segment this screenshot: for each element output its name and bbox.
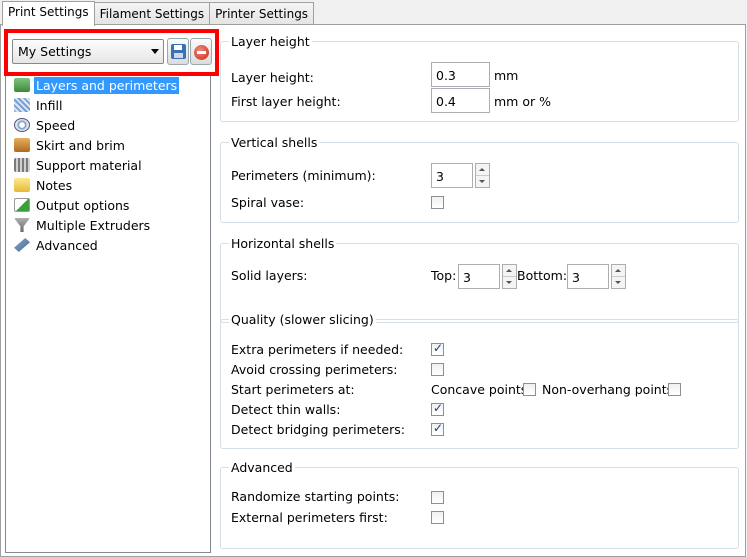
tab-printer-settings[interactable]: Printer Settings [209,2,315,25]
save-preset-button[interactable] [167,38,189,65]
randomize-starting-points-label: Randomize starting points: [231,488,400,504]
group-title: Advanced [229,460,295,475]
group-title: Quality (slower slicing) [229,312,376,327]
start-perimeters-label: Start perimeters at: [231,381,355,397]
first-layer-height-unit: mm or % [494,94,551,109]
infill-icon [14,98,30,112]
tree-item-speed[interactable]: Speed [6,115,210,135]
advanced-group: Advanced Randomize starting points: Exte… [220,460,739,549]
detect-bridging-checkbox[interactable] [431,421,444,436]
detect-thin-walls-checkbox[interactable] [431,401,444,416]
extra-perimeters-checkbox[interactable] [431,341,444,356]
speed-icon [14,118,30,132]
layer-height-unit: mm [494,68,519,83]
detect-bridging-label: Detect bridging perimeters: [231,421,405,437]
tree-item-label: Notes [36,177,73,193]
perimeters-input[interactable]: 3 [431,163,473,188]
left-panel: My Settings Layers and perimeters Infill [4,29,219,553]
bottom-layers-stepper[interactable] [611,264,626,289]
first-layer-height-label: First layer height: [231,93,341,109]
floppy-disk-icon [171,44,186,59]
horizontal-shells-group: Horizontal shells Solid layers: Top: 3 B… [220,236,739,323]
tree-item-advanced[interactable]: Advanced [6,235,210,255]
quality-group: Quality (slower slicing) Extra perimeter… [220,312,739,449]
layer-height-label: Layer height: [231,69,314,85]
external-perimeters-first-checkbox[interactable] [431,511,444,524]
non-overhang-points-label: Non-overhang points: [542,382,678,397]
tree-item-label: Infill [36,97,63,113]
tree-item-multiple-extruders[interactable]: Multiple Extruders [6,215,210,235]
output-icon [14,198,30,212]
tree-item-label: Skirt and brim [36,137,125,153]
tree-item-label: Advanced [36,237,98,253]
non-overhang-points-checkbox[interactable] [668,383,681,396]
tree-item-label: Support material [36,157,142,173]
concave-points-label: Concave points: [431,382,532,397]
group-title: Vertical shells [229,135,320,150]
detect-thin-walls-label: Detect thin walls: [231,401,341,417]
tree-item-label: Layers and perimeters [34,76,180,94]
spiral-vase-checkbox[interactable] [431,196,444,209]
avoid-crossing-label: Avoid crossing perimeters: [231,361,398,377]
group-title: Horizontal shells [229,236,337,251]
layer-height-group: Layer height Layer height: 0.3 mm First … [220,34,739,122]
tree-item-notes[interactable]: Notes [6,175,210,195]
external-perimeters-first-label: External perimeters first: [231,509,388,525]
tree-item-label: Speed [36,117,76,133]
wrench-icon [14,238,30,252]
print-settings-page: My Settings Layers and perimeters Infill [0,24,746,557]
chevron-down-icon [151,49,159,54]
layers-icon [14,78,30,92]
avoid-crossing-checkbox[interactable] [431,363,444,376]
tree-item-skirt-and-brim[interactable]: Skirt and brim [6,135,210,155]
perimeters-label: Perimeters (minimum): [231,167,376,183]
solid-layers-label: Solid layers: [231,267,308,283]
tree-item-infill[interactable]: Infill [6,95,210,115]
tab-print-settings[interactable]: Print Settings [2,1,95,26]
notes-icon [14,178,30,192]
skirt-icon [14,138,30,152]
concave-points-checkbox[interactable] [523,383,536,396]
settings-tree: Layers and perimeters Infill Speed Skirt… [5,73,211,553]
bottom-label: Bottom: [517,268,568,283]
preset-dropdown[interactable]: My Settings [12,39,164,64]
extra-perimeters-label: Extra perimeters if needed: [231,341,404,357]
tree-item-layers-and-perimeters[interactable]: Layers and perimeters [6,75,210,95]
vertical-shells-group: Vertical shells Perimeters (minimum): 3 … [220,135,739,223]
bottom-layers-input[interactable]: 3 [567,264,609,289]
preset-row: My Settings [9,38,212,66]
layer-height-input[interactable]: 0.3 [431,62,490,87]
tab-bar: Print Settings Filament Settings Printer… [2,1,315,26]
top-label: Top: [431,268,457,283]
spiral-vase-label: Spiral vase: [231,194,305,210]
group-title: Layer height [229,34,312,49]
tree-item-support-material[interactable]: Support material [6,155,210,175]
randomize-starting-points-checkbox[interactable] [431,491,444,504]
tree-item-output-options[interactable]: Output options [6,195,210,215]
extruders-icon [14,218,30,232]
top-layers-stepper[interactable] [502,264,517,289]
tree-item-label: Multiple Extruders [36,217,151,233]
preset-dropdown-value: My Settings [18,44,92,59]
delete-preset-button[interactable] [190,38,212,65]
tab-filament-settings[interactable]: Filament Settings [93,2,211,25]
tree-item-label: Output options [36,197,130,213]
delete-icon [194,45,209,60]
support-icon [14,158,30,172]
top-layers-input[interactable]: 3 [458,264,500,289]
first-layer-height-input[interactable]: 0.4 [431,88,490,113]
perimeters-stepper[interactable] [475,163,490,188]
